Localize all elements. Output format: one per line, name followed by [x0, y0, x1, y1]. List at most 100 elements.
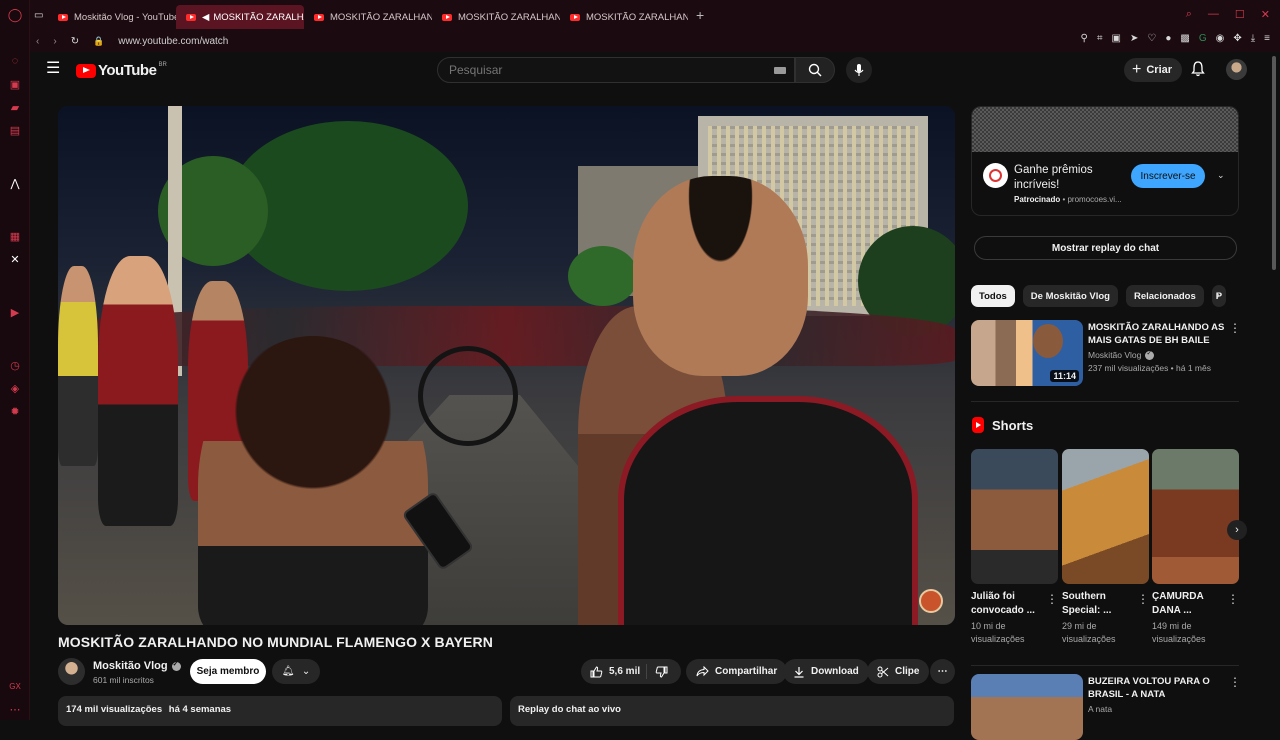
scrollbar[interactable] [1272, 56, 1276, 270]
dislike-button[interactable] [647, 666, 681, 678]
video-title[interactable]: MOSKITÃO ZARALHANDO AS MAIS GATAS DE BH … [1088, 321, 1228, 347]
advertiser-logo[interactable] [983, 163, 1008, 188]
vpn-icon[interactable]: ▣ [1112, 33, 1121, 44]
short-thumbnail[interactable] [1152, 449, 1239, 584]
more-actions-button[interactable]: ⋯ [930, 659, 955, 684]
recommended-video[interactable]: BUZEIRA VOLTOU PARA O BRASIL - A NATA A … [971, 674, 1241, 740]
short-thumbnail[interactable] [1062, 449, 1149, 584]
grammarly-icon[interactable]: G [1199, 33, 1207, 44]
keyboard-icon[interactable] [774, 67, 786, 74]
tab-2[interactable]: ◀MOSKITÃO ZARALHANDO [176, 5, 304, 29]
recommended-video[interactable]: 11:14 MOSKITÃO ZARALHANDO AS MAIS GATAS … [971, 320, 1241, 386]
ad-title[interactable]: Ganhe prêmios incríveis! [1014, 163, 1124, 193]
close-icon[interactable]: ✕ [1261, 8, 1270, 21]
channel-watermark-icon[interactable] [919, 589, 943, 613]
create-button[interactable]: + Criar [1124, 58, 1183, 82]
more-icon[interactable]: ⋮ [1229, 321, 1241, 335]
show-chat-replay-button[interactable]: Mostrar replay do chat [974, 236, 1237, 260]
gx-icon[interactable]: GX [8, 679, 22, 693]
search-tabs-icon[interactable]: ⌕ [1186, 8, 1192, 21]
forward-icon[interactable]: › [53, 36, 56, 47]
extension-b-icon[interactable]: ◉ [1216, 33, 1225, 44]
ad-subscribe-button[interactable]: Inscrever-se [1131, 164, 1205, 188]
video-channel[interactable]: A nata [1088, 704, 1112, 714]
more-icon[interactable]: ⋮ [1046, 592, 1058, 606]
short-item[interactable]: ÇAMURDA DANA ... 149 mi de visualizações… [1152, 449, 1239, 646]
chip-related[interactable]: Relacionados [1125, 285, 1204, 307]
snapshot-icon[interactable]: ⌗ [1097, 33, 1103, 44]
cube-icon[interactable]: ◈ [8, 381, 22, 395]
download-button[interactable]: Download [783, 659, 869, 684]
more-icon[interactable]: ⋮ [1137, 592, 1149, 606]
back-icon[interactable]: ‹ [36, 36, 39, 47]
chevron-down-icon[interactable]: ⌄ [1217, 170, 1225, 181]
live-chat-replay-box[interactable]: Replay do chat ao vivo [510, 696, 954, 726]
video-title[interactable]: BUZEIRA VOLTOU PARA O BRASIL - A NATA [1088, 675, 1228, 701]
url-field[interactable]: www.youtube.com/watch [118, 36, 228, 47]
notifications-button[interactable] [1191, 61, 1205, 82]
tab-1[interactable]: Moskitão Vlog - YouTube [48, 5, 176, 29]
youtube-logo[interactable]: YouTube BR [76, 62, 167, 79]
pin-icon[interactable]: ⚲ [1081, 33, 1088, 44]
tab-5[interactable]: MOSKITÃO ZARALHANDO [560, 5, 688, 29]
opera-logo-icon[interactable]: ◯ [8, 7, 23, 22]
channel-name[interactable]: Moskitão Vlog [93, 660, 168, 672]
maximize-icon[interactable]: ☐ [1235, 8, 1245, 21]
download-icon[interactable]: ⤓ [1251, 33, 1255, 44]
channel-avatar[interactable] [58, 658, 85, 685]
arc-icon[interactable]: ⋀ [8, 176, 22, 190]
shield-icon[interactable]: ▰ [8, 100, 22, 114]
tab-4[interactable]: MOSKITÃO ZARALHANDO [432, 5, 560, 29]
more-icon[interactable]: ⋮ [1227, 592, 1239, 606]
aria-icon[interactable]: ◌ [8, 54, 22, 68]
short-thumbnail[interactable] [971, 449, 1058, 584]
shorts-next-button[interactable]: › [1227, 520, 1247, 540]
new-tab-button[interactable]: + [696, 7, 704, 23]
video-player[interactable] [58, 106, 955, 625]
voice-search-button[interactable] [846, 57, 872, 83]
chip-all[interactable]: Todos [971, 285, 1015, 307]
more-icon[interactable]: ⋯ [8, 702, 22, 716]
send-icon[interactable]: ➤ [1130, 33, 1138, 44]
search-input[interactable] [449, 63, 749, 77]
video-thumbnail[interactable]: 11:14 [971, 320, 1083, 386]
x-icon[interactable]: ✕ [8, 252, 22, 266]
minimize-icon[interactable]: — [1208, 8, 1219, 21]
reload-icon[interactable]: ↻ [71, 36, 79, 47]
twitch-icon[interactable]: ▦ [8, 229, 22, 243]
video-thumbnail[interactable] [971, 674, 1083, 740]
bag-icon[interactable]: ▣ [8, 77, 22, 91]
tab-menu-icon[interactable]: ▭ [34, 10, 48, 21]
clock-icon[interactable]: ◷ [8, 358, 22, 372]
video-channel[interactable]: Moskitão Vlog [1088, 350, 1141, 360]
extension-a-icon[interactable]: ▩ [1180, 33, 1189, 44]
hamburger-menu-icon[interactable]: ☰ [46, 61, 60, 77]
short-title[interactable]: Julião foi convocado ... [971, 590, 1043, 618]
menu-icon[interactable]: ≡ [1264, 33, 1270, 44]
channel-name-row[interactable]: Moskitão Vlog [93, 660, 181, 672]
description-box[interactable]: 174 mil visualizações há 4 semanas [58, 696, 502, 726]
tab-3[interactable]: MOSKITÃO ZARALHANDO [304, 5, 432, 29]
share-button[interactable]: Compartilhar [686, 659, 788, 684]
puzzle-icon[interactable]: ✥ [1233, 33, 1241, 44]
join-button[interactable]: Seja membro [190, 659, 266, 684]
short-item[interactable]: Julião foi convocado ... 10 mi de visual… [971, 449, 1058, 646]
heart-icon[interactable]: ♡ [1147, 33, 1156, 44]
clip-button[interactable]: Clipe [867, 659, 930, 684]
sponsored-ad-card[interactable]: Ganhe prêmios incríveis! Patrocinado • p… [971, 106, 1239, 216]
subscription-bell-button[interactable]: 🔔︎ ⌄ [272, 659, 320, 684]
play-icon[interactable]: ▶ [8, 305, 22, 319]
player-icon[interactable]: ▤ [8, 123, 22, 137]
short-title[interactable]: ÇAMURDA DANA ... [1152, 590, 1224, 618]
chip-from-channel[interactable]: De Moskitão Vlog [1022, 285, 1118, 307]
short-title[interactable]: Southern Special: ... [1062, 590, 1134, 618]
search-button[interactable] [795, 57, 835, 83]
account-avatar[interactable] [1226, 59, 1247, 80]
mouse-icon[interactable]: ● [1165, 33, 1171, 44]
lock-icon[interactable]: 🔒 [93, 36, 104, 47]
settings-icon[interactable]: ✹ [8, 404, 22, 418]
more-icon[interactable]: ⋮ [1229, 675, 1241, 689]
short-item[interactable]: Southern Special: ... 29 mi de visualiza… [1062, 449, 1149, 646]
chips-next-arrow-icon[interactable]: › [1216, 288, 1220, 302]
like-button[interactable]: 5,6 mil [581, 664, 647, 679]
